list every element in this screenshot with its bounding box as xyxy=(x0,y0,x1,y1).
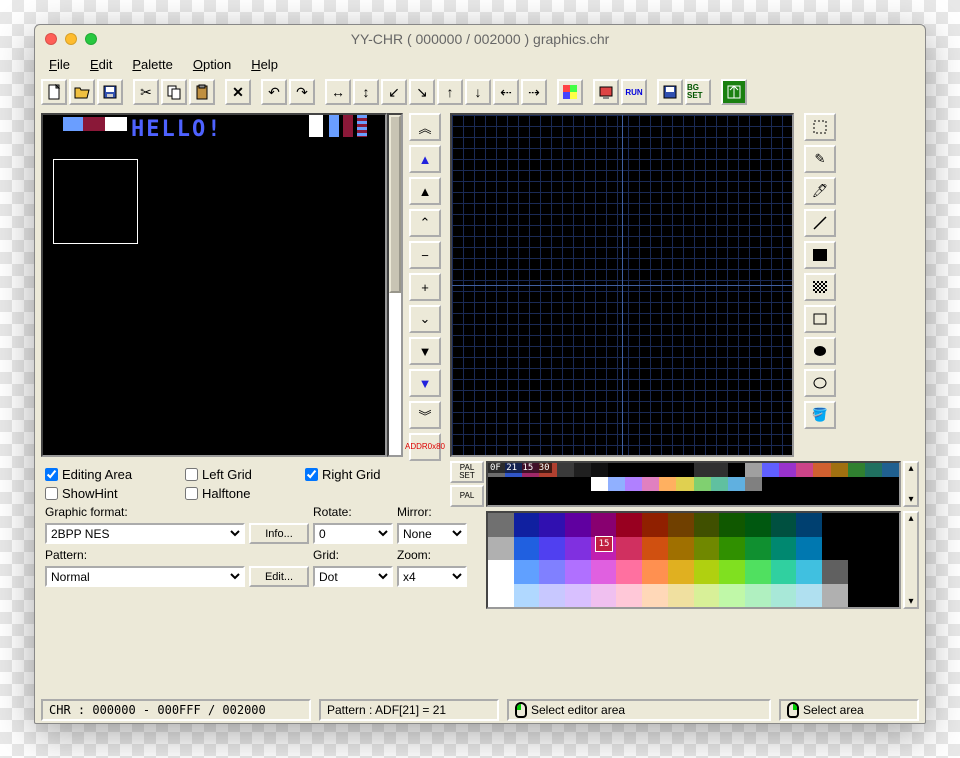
window-title: YY-CHR ( 000000 / 002000 ) graphics.chr xyxy=(35,31,925,47)
graphic-format-label: Graphic format: xyxy=(45,505,245,519)
bg-set-button[interactable]: BG SET xyxy=(685,79,711,105)
color-scrollbar[interactable]: ▴▾ xyxy=(903,511,919,609)
tool-pencil-button[interactable]: ✎ xyxy=(804,145,836,173)
redo-button[interactable]: ↷ xyxy=(289,79,315,105)
exit-button[interactable] xyxy=(721,79,747,105)
selection-rect xyxy=(53,159,138,244)
pal-set-button[interactable]: PAL SET xyxy=(450,461,484,483)
nav-up-button[interactable]: ▲ xyxy=(409,177,441,205)
menu-option[interactable]: Option xyxy=(185,57,239,72)
run-button[interactable]: RUN xyxy=(621,79,647,105)
status-pattern: Pattern : ADF[21] = 21 xyxy=(319,699,499,721)
rotate-label: Rotate: xyxy=(313,505,393,519)
edit-pattern-button[interactable]: Edit... xyxy=(249,566,309,587)
mouse-left-icon xyxy=(515,702,527,718)
halftone-checkbox[interactable] xyxy=(185,487,198,500)
zoom-icon[interactable] xyxy=(85,33,97,45)
nav-down-button[interactable]: ▼ xyxy=(409,337,441,365)
toolbar: ✂ ✕ ↶ ↷ ↔ ↕ ↙ ↘ ↑ ↓ ⇠ ⇢ RUN BG SET xyxy=(35,75,925,109)
showhint-checkbox[interactable] xyxy=(45,487,58,500)
tool-fill-button[interactable]: 🪣 xyxy=(804,401,836,429)
grid-label: Grid: xyxy=(313,548,393,562)
chr-scrollbar[interactable] xyxy=(387,113,403,457)
tool-ellipse-fill-button[interactable] xyxy=(804,337,836,365)
nav-page-down-fast-button[interactable]: ︾ xyxy=(409,401,441,429)
tool-rect-button[interactable] xyxy=(804,305,836,333)
cut-button[interactable]: ✂ xyxy=(133,79,159,105)
menu-edit[interactable]: Edit xyxy=(82,57,120,72)
titlebar: YY-CHR ( 000000 / 002000 ) graphics.chr xyxy=(35,25,925,53)
status-chr: CHR : 000000 - 000FFF / 002000 xyxy=(41,699,311,721)
tool-brush-button[interactable]: 🖊 xyxy=(804,177,836,205)
delete-button[interactable]: ✕ xyxy=(225,79,251,105)
tool-dither-button[interactable] xyxy=(804,273,836,301)
chr-viewer[interactable]: HELLO! xyxy=(41,113,387,457)
emulator-button[interactable] xyxy=(593,79,619,105)
nav-minus-button[interactable]: − xyxy=(409,241,441,269)
menubar: File Edit Palette Option Help xyxy=(35,53,925,75)
pal-button[interactable]: PAL xyxy=(450,485,484,507)
nav-addr-button[interactable]: ADDR0x80 xyxy=(409,433,441,461)
mouse-right-icon xyxy=(787,702,799,718)
app-window: YY-CHR ( 000000 / 002000 ) graphics.chr … xyxy=(34,24,926,724)
status-bar: CHR : 000000 - 000FFF / 002000 Pattern :… xyxy=(35,697,925,723)
undo-button[interactable]: ↶ xyxy=(261,79,287,105)
grid-select[interactable]: Dot xyxy=(313,566,393,587)
tool-line-button[interactable] xyxy=(804,209,836,237)
menu-palette[interactable]: Palette xyxy=(124,57,180,72)
flip-v-button[interactable]: ↕ xyxy=(353,79,379,105)
nav-plus-button[interactable]: + xyxy=(409,273,441,301)
palette-scrollbar[interactable]: ▴▾ xyxy=(903,461,919,507)
graphic-format-select[interactable]: 2BPP NES xyxy=(45,523,245,544)
save-button[interactable] xyxy=(97,79,123,105)
left-grid-checkbox[interactable] xyxy=(185,468,198,481)
copy-button[interactable] xyxy=(161,79,187,105)
menu-help[interactable]: Help xyxy=(243,57,286,72)
tool-marquee-button[interactable] xyxy=(804,113,836,141)
nav-step-down-button[interactable]: ⌄ xyxy=(409,305,441,333)
shift-left-button[interactable]: ⇠ xyxy=(493,79,519,105)
nav-step-up-button[interactable]: ⌃ xyxy=(409,209,441,237)
tool-rect-fill-button[interactable] xyxy=(804,241,836,269)
rotate-right-button[interactable]: ↘ xyxy=(409,79,435,105)
menu-file[interactable]: File xyxy=(41,57,78,72)
close-icon[interactable] xyxy=(45,33,57,45)
shift-right-button[interactable]: ⇢ xyxy=(521,79,547,105)
save-state-button[interactable] xyxy=(657,79,683,105)
nav-page-down-button[interactable]: ▼ xyxy=(409,369,441,397)
info-button[interactable]: Info... xyxy=(249,523,309,544)
open-button[interactable] xyxy=(69,79,95,105)
shift-down-button[interactable]: ↓ xyxy=(465,79,491,105)
flip-h-button[interactable]: ↔ xyxy=(325,79,351,105)
rotate-left-button[interactable]: ↙ xyxy=(381,79,407,105)
nav-page-up-button[interactable]: ▲ xyxy=(409,145,441,173)
paste-button[interactable] xyxy=(189,79,215,105)
palette-button[interactable] xyxy=(557,79,583,105)
pattern-select[interactable]: Normal xyxy=(45,566,245,587)
rotate-select[interactable]: 0 xyxy=(313,523,393,544)
color-picker[interactable]: 15 xyxy=(486,511,901,609)
tool-ellipse-button[interactable] xyxy=(804,369,836,397)
nav-page-up-fast-button[interactable]: ︽ xyxy=(409,113,441,141)
pattern-label: Pattern: xyxy=(45,548,245,562)
minimize-icon[interactable] xyxy=(65,33,77,45)
right-grid-checkbox[interactable] xyxy=(305,468,318,481)
new-button[interactable] xyxy=(41,79,67,105)
editor-canvas[interactable] xyxy=(450,113,794,457)
palette-strip[interactable]: 0F 21 15 30 xyxy=(486,461,901,507)
shift-up-button[interactable]: ↑ xyxy=(437,79,463,105)
editing-area-checkbox[interactable] xyxy=(45,468,58,481)
